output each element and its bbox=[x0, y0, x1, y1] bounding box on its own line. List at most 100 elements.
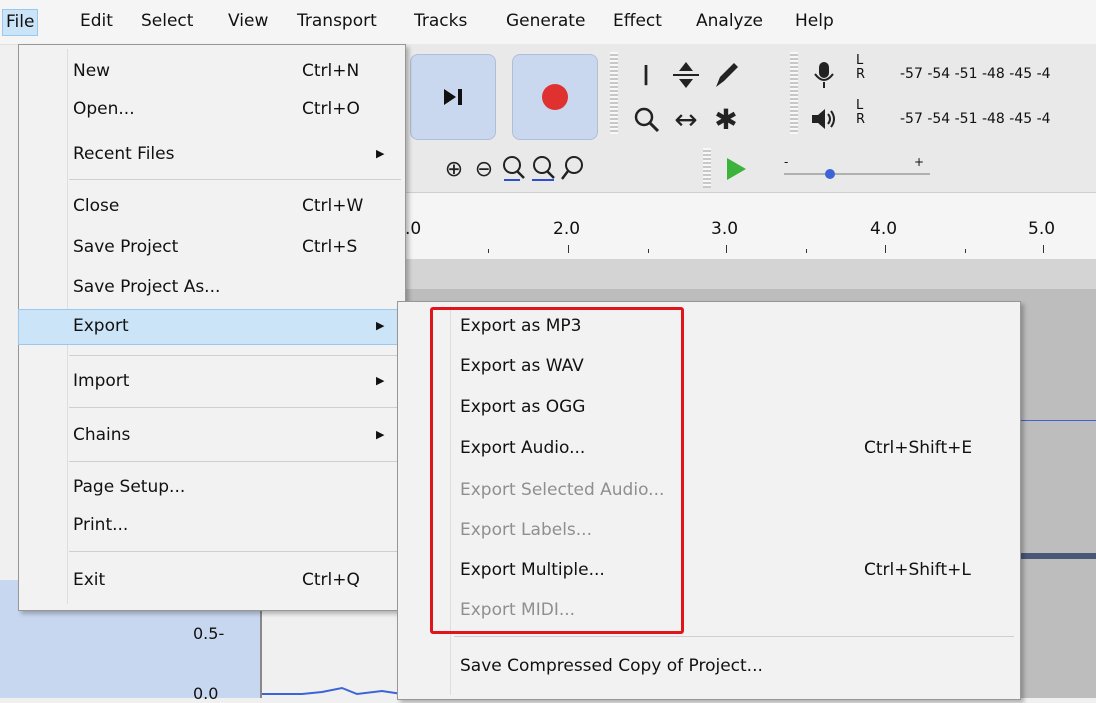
meter-left-label: L bbox=[856, 98, 864, 113]
menu-item-shortcut: Ctrl+O bbox=[302, 99, 360, 119]
submenu-arrow-icon: ▶ bbox=[376, 428, 385, 441]
menu-item-label: Export bbox=[73, 316, 129, 336]
menu-help[interactable]: Help bbox=[795, 11, 834, 31]
zoom-toggle-icon[interactable] bbox=[554, 148, 594, 190]
menu-item-new[interactable]: New Ctrl+N bbox=[19, 55, 405, 87]
menu-item-label: Close bbox=[73, 196, 120, 216]
waveform-line bbox=[1020, 420, 1096, 421]
menu-item-label: Save Project bbox=[73, 237, 179, 257]
submenu-arrow-icon: ▶ bbox=[376, 147, 385, 160]
skip-to-end-icon bbox=[444, 89, 462, 105]
file-menu-dropdown: New Ctrl+N Open... Ctrl+O Recent Files ▶… bbox=[18, 44, 406, 611]
menu-item-label: Save Compressed Copy of Project... bbox=[460, 656, 763, 676]
zoom-tool-icon[interactable] bbox=[626, 98, 666, 140]
ruler-label: 2.0 bbox=[553, 219, 581, 239]
ruler-tick bbox=[806, 249, 807, 253]
selection-tool-icon[interactable]: I bbox=[626, 54, 666, 96]
speaker-icon[interactable] bbox=[804, 98, 844, 140]
menu-item-label: Open... bbox=[73, 99, 135, 119]
submenu-arrow-icon: ▶ bbox=[376, 374, 385, 387]
menu-item-import[interactable]: Import ▶ bbox=[19, 365, 405, 397]
menu-item-exit[interactable]: Exit Ctrl+Q bbox=[19, 564, 405, 596]
track-gap bbox=[400, 259, 1096, 289]
meter-right-label: R bbox=[856, 67, 866, 82]
ruler-tick bbox=[885, 245, 886, 253]
menu-item-label: Recent Files bbox=[73, 144, 175, 164]
toolbar: I ↔ ✱ L R -57 -54 -51 -48 -45 -4 L R -57… bbox=[400, 44, 1096, 192]
menu-select[interactable]: Select bbox=[141, 11, 193, 31]
menu-item-save-project-as[interactable]: Save Project As... bbox=[19, 271, 405, 303]
ruler-tick bbox=[488, 249, 489, 253]
time-shift-tool-icon[interactable]: ↔ bbox=[666, 98, 706, 140]
menu-separator bbox=[69, 407, 401, 408]
menu-separator bbox=[69, 551, 401, 552]
menu-item-close[interactable]: Close Ctrl+W bbox=[19, 190, 405, 222]
menu-item-shortcut: Ctrl+Shift+E bbox=[864, 438, 973, 458]
menu-separator bbox=[69, 461, 401, 462]
ruler-label: 5.0 bbox=[1028, 219, 1056, 239]
menu-generate[interactable]: Generate bbox=[506, 11, 585, 31]
envelope-tool-icon[interactable] bbox=[666, 54, 706, 96]
menu-item-recent-files[interactable]: Recent Files ▶ bbox=[19, 138, 405, 170]
menu-item-open[interactable]: Open... Ctrl+O bbox=[19, 93, 405, 125]
play-at-speed-grip[interactable] bbox=[703, 148, 711, 188]
meter-left-label: L bbox=[856, 53, 864, 68]
ruler-label: 3.0 bbox=[711, 219, 739, 239]
menu-file[interactable]: File bbox=[2, 9, 39, 36]
menu-view[interactable]: View bbox=[228, 11, 268, 31]
menu-item-print[interactable]: Print... bbox=[19, 509, 405, 541]
menu-item-export[interactable]: Export ▶ bbox=[18, 309, 406, 345]
toolbar-grip[interactable] bbox=[610, 52, 618, 134]
amplitude-label: 0.5- bbox=[193, 624, 225, 643]
meter-grip[interactable] bbox=[790, 52, 798, 134]
record-icon bbox=[542, 84, 568, 110]
menu-item-label: Import bbox=[73, 371, 130, 391]
menu-item-shortcut: Ctrl+Shift+L bbox=[864, 560, 971, 580]
recording-meter-scale[interactable]: -57 -54 -51 -48 -45 -4 bbox=[900, 66, 1051, 82]
ruler-tick bbox=[1043, 245, 1044, 253]
microphone-icon[interactable] bbox=[804, 54, 844, 96]
multi-tool-icon[interactable]: ✱ bbox=[706, 98, 746, 140]
ruler-tick bbox=[726, 245, 727, 253]
menu-item-label: Exit bbox=[73, 570, 106, 590]
menu-separator bbox=[69, 355, 401, 356]
menu-transport[interactable]: Transport bbox=[297, 11, 377, 31]
menu-edit[interactable]: Edit bbox=[80, 11, 113, 31]
menu-tracks[interactable]: Tracks bbox=[414, 11, 467, 31]
svg-text:+: + bbox=[914, 156, 924, 169]
menu-separator bbox=[454, 636, 1014, 637]
menu-item-shortcut: Ctrl+W bbox=[302, 196, 364, 216]
menu-item-save-compressed-copy[interactable]: Save Compressed Copy of Project... bbox=[398, 648, 1020, 686]
amplitude-label: 0.0 bbox=[193, 684, 219, 703]
play-at-speed-icon[interactable] bbox=[716, 148, 756, 190]
track-divider bbox=[1020, 553, 1096, 559]
menu-item-save-project[interactable]: Save Project Ctrl+S bbox=[19, 231, 405, 263]
ruler-label: 4.0 bbox=[870, 219, 898, 239]
menu-separator bbox=[69, 179, 401, 180]
play-speed-slider[interactable]: - + bbox=[780, 156, 940, 186]
menu-item-label: Page Setup... bbox=[73, 477, 186, 497]
menu-item-label: New bbox=[73, 61, 111, 81]
menu-item-label: Save Project As... bbox=[73, 277, 221, 297]
menu-item-shortcut: Ctrl+Q bbox=[302, 570, 360, 590]
annotation-highlight-box bbox=[430, 307, 684, 634]
timeline-ruler[interactable]: .0 2.0 3.0 4.0 5.0 bbox=[400, 192, 1096, 260]
menu-effect[interactable]: Effect bbox=[613, 11, 662, 31]
menu-analyze[interactable]: Analyze bbox=[696, 11, 763, 31]
draw-tool-icon[interactable] bbox=[706, 54, 746, 96]
record-button[interactable] bbox=[512, 54, 598, 140]
menu-item-page-setup[interactable]: Page Setup... bbox=[19, 471, 405, 503]
menu-item-chains[interactable]: Chains ▶ bbox=[19, 419, 405, 451]
menu-item-shortcut: Ctrl+N bbox=[302, 61, 360, 81]
menu-bar: File Edit Select View Transport Tracks G… bbox=[0, 0, 1096, 45]
ruler-tick bbox=[568, 245, 569, 253]
menu-item-shortcut: Ctrl+S bbox=[302, 237, 358, 257]
ruler-tick bbox=[965, 249, 966, 253]
ruler-label: .0 bbox=[405, 219, 422, 239]
svg-text:-: - bbox=[784, 156, 788, 169]
playback-meter-scale[interactable]: -57 -54 -51 -48 -45 -4 bbox=[900, 111, 1051, 127]
skip-to-end-button[interactable] bbox=[410, 54, 496, 140]
meter-right-label: R bbox=[856, 112, 866, 127]
submenu-arrow-icon: ▶ bbox=[376, 319, 385, 332]
menu-item-label: Chains bbox=[73, 425, 131, 445]
